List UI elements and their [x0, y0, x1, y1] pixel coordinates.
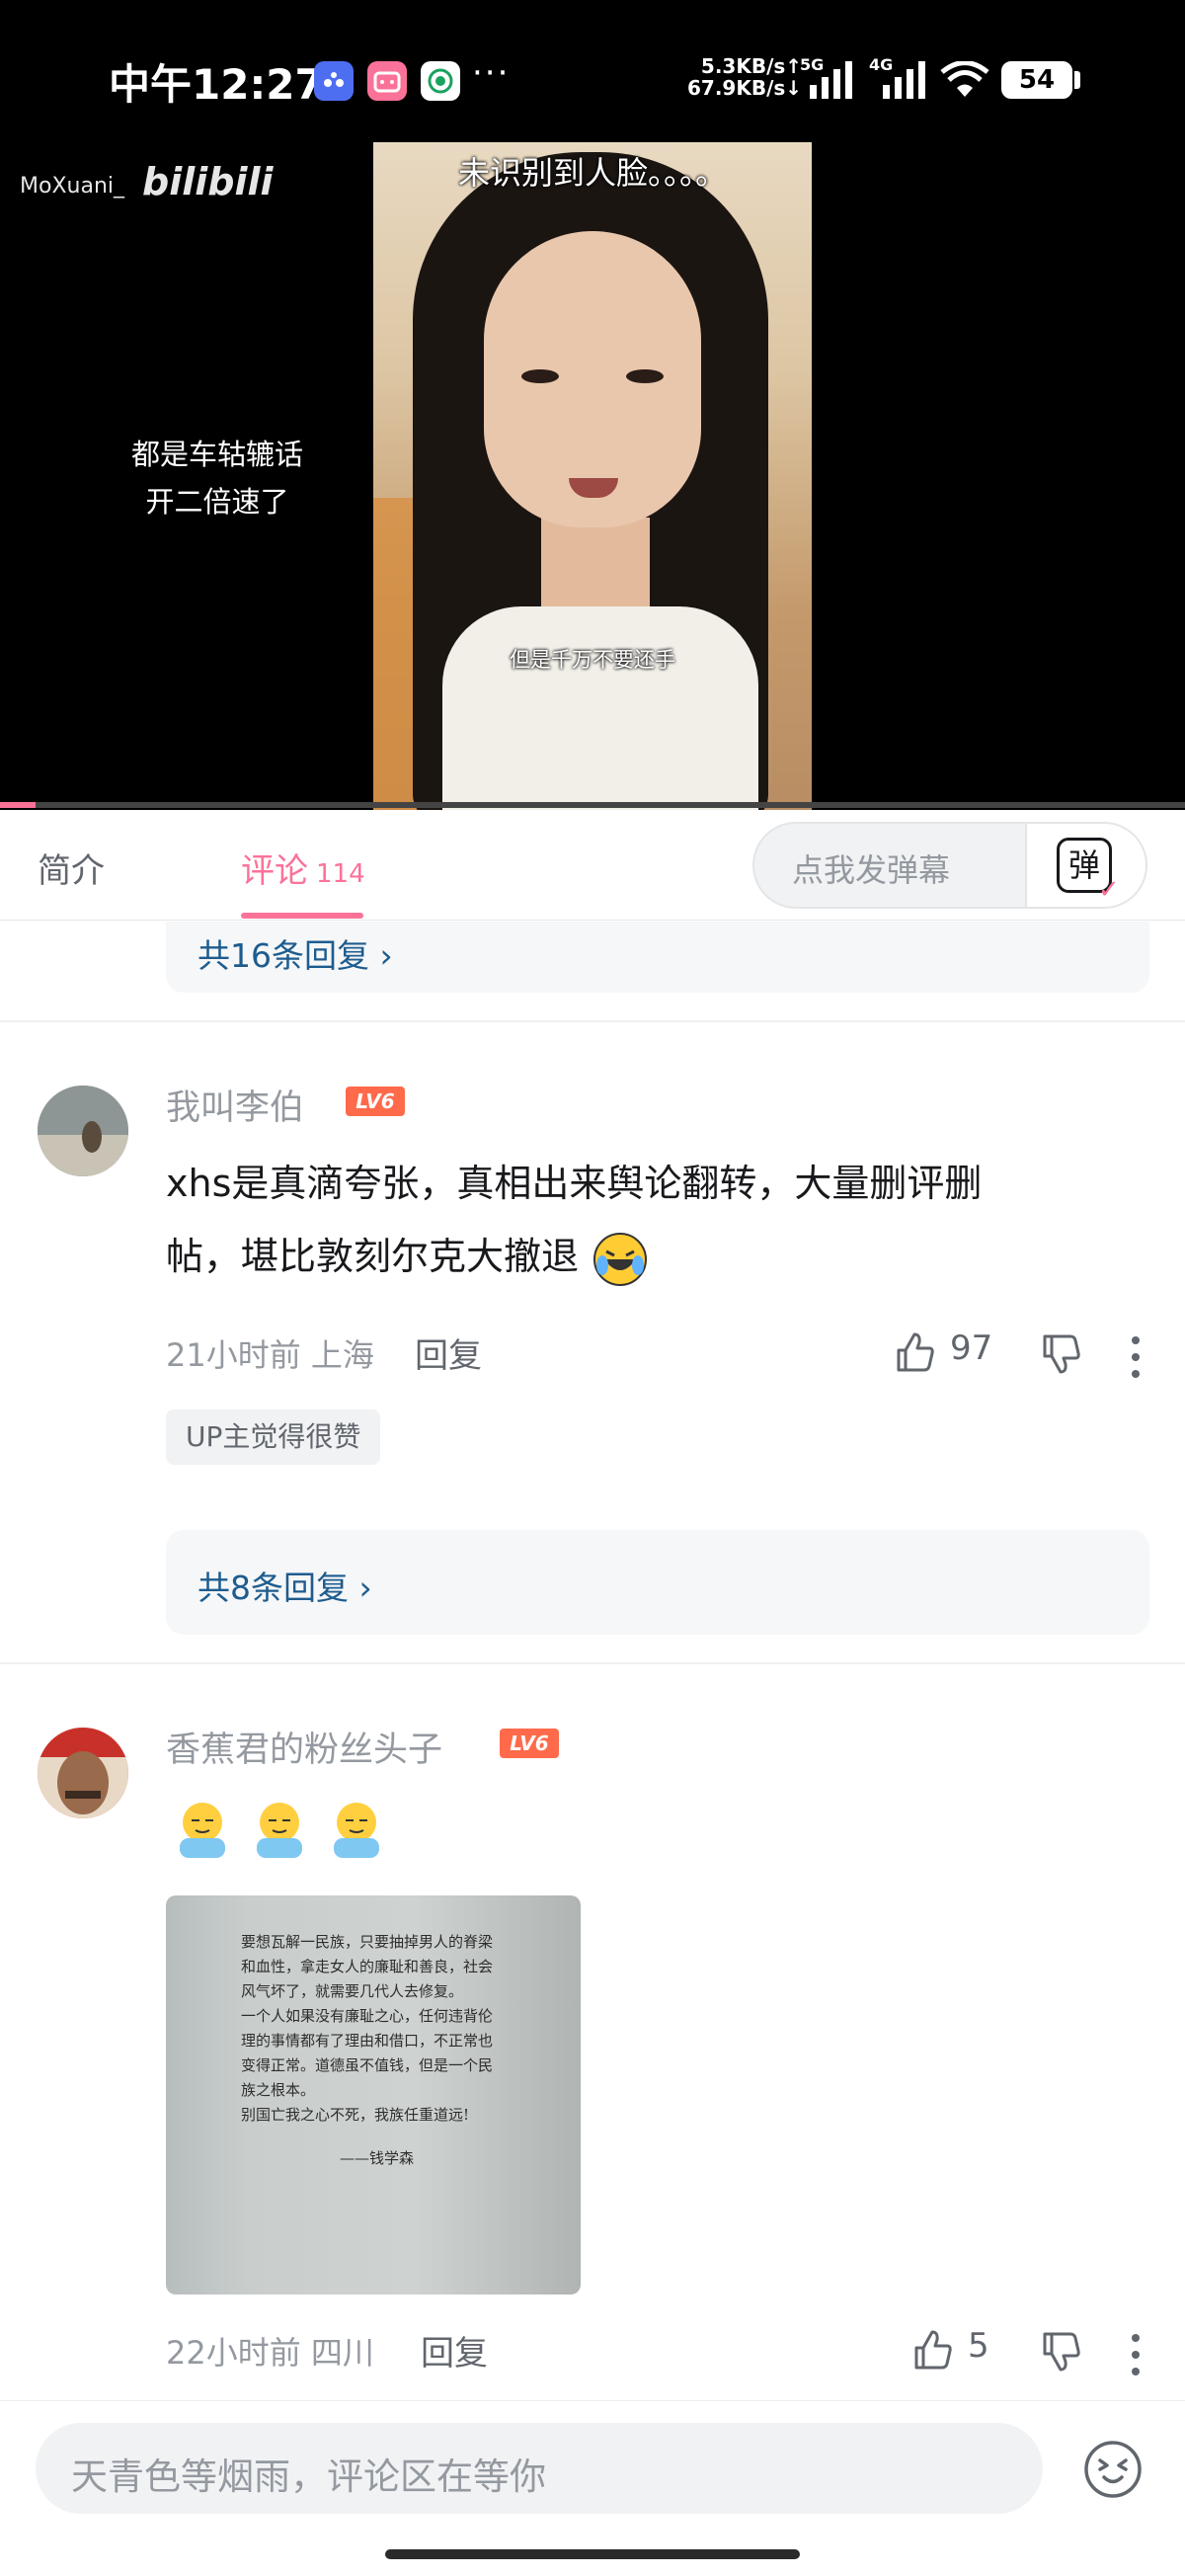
view-replies-link[interactable]: 共16条回复 ›	[198, 929, 393, 977]
danmaku-input[interactable]: 点我发弹幕 弹 ✓	[752, 822, 1147, 909]
avatar[interactable]	[38, 1086, 128, 1176]
video-progress-fill	[0, 802, 36, 808]
comment-username[interactable]: 香蕉君的粉丝头子	[166, 1722, 442, 1772]
level-badge: LV6	[346, 1087, 405, 1116]
danmaku-toggle-button[interactable]: 弹 ✓	[1025, 824, 1146, 907]
tab-intro[interactable]: 简介	[38, 844, 105, 892]
comment-time-location: 22小时前 四川	[166, 2334, 374, 2372]
dislike-icon[interactable]	[1039, 2330, 1082, 2374]
home-indicator[interactable]	[385, 2549, 800, 2559]
more-options-icon[interactable]	[1132, 1336, 1144, 1387]
comment-text: xhs是真滴夸张，真相出来舆论翻转，大量删评删 帖，堪比敦刻尔克大撤退	[166, 1147, 1144, 1293]
tab-comments-count: 114	[316, 859, 365, 889]
dislike-icon[interactable]	[1039, 1332, 1082, 1376]
wifi-icon	[940, 61, 989, 97]
laughing-crying-emoji	[593, 1232, 648, 1286]
video-subtitle: 但是千万不要还手	[510, 648, 675, 672]
like-icon[interactable]	[893, 1330, 936, 1374]
video-side-caption: 都是车轱辘话 开二倍速了	[130, 438, 303, 519]
up-liked-badge: UP主觉得很赞	[166, 1409, 381, 1465]
level-badge: LV6	[500, 1729, 559, 1758]
like-icon[interactable]	[910, 2328, 954, 2372]
like-count: 5	[968, 2326, 989, 2366]
reply-summary-box[interactable]: 共8条回复 ›	[166, 1530, 1149, 1635]
video-player[interactable]: 中午12:27 ··· 5.3KB/s↑ 67.9KB/s↓ 5G 4G 54 …	[0, 0, 1185, 810]
baidu-app-icon	[314, 61, 354, 101]
signal-5g-icon	[810, 61, 852, 99]
comment-input[interactable]: 天青色等烟雨，评论区在等你	[36, 2423, 1043, 2514]
bilibili-app-icon	[367, 61, 407, 101]
comment-input-placeholder: 天青色等烟雨，评论区在等你	[71, 2455, 546, 2498]
bilibili-logo: bilibili	[142, 160, 274, 203]
battery-level: 54	[1018, 65, 1056, 95]
tab-comments[interactable]: 评论 114	[241, 844, 365, 892]
check-icon: ✓	[1098, 875, 1120, 905]
danmaku-placeholder: 点我发弹幕	[792, 851, 951, 889]
signal-4g-icon	[883, 61, 925, 99]
video-frame	[373, 142, 812, 810]
hug-emoji	[180, 1803, 225, 1858]
network-speed: 5.3KB/s↑ 67.9KB/s↓	[687, 54, 803, 100]
video-top-caption: 未识别到人脸。。。。	[457, 154, 727, 192]
hug-emoji	[257, 1803, 302, 1858]
more-options-icon[interactable]	[1132, 2334, 1144, 2384]
avatar[interactable]	[38, 1728, 128, 1818]
divider	[0, 1020, 1185, 1022]
tab-comments-label: 评论	[241, 851, 308, 891]
watermark-username: MoXuani_	[20, 174, 124, 199]
tab-active-underline	[241, 913, 363, 919]
like-count: 97	[950, 1328, 993, 1368]
view-replies-link[interactable]: 共8条回复 ›	[198, 1562, 372, 1609]
divider	[0, 1662, 1185, 1664]
status-overflow-dots: ···	[472, 53, 511, 93]
status-time: 中午12:27	[109, 60, 324, 109]
reply-button[interactable]: 回复	[415, 1328, 482, 1377]
comment-username[interactable]: 我叫李伯	[166, 1080, 304, 1130]
reply-summary-box[interactable]: 共16条回复 ›	[166, 922, 1149, 993]
chevron-right-icon: ›	[358, 1569, 372, 1607]
battery-cap	[1074, 71, 1080, 89]
tab-bar: 简介 评论 114 点我发弹幕 弹 ✓	[0, 810, 1185, 921]
unicom-app-icon	[421, 61, 460, 101]
comment-list[interactable]: 共16条回复 › 我叫李伯 LV6 xhs是真滴夸张，真相出来舆论翻转，大量删评…	[0, 922, 1185, 2400]
comment-input-bar: 天青色等烟雨，评论区在等你	[0, 2400, 1185, 2576]
comment-image[interactable]: 要想瓦解一民族，只要抽掉男人的脊梁 和血性，拿走女人的廉耻和善良，社会 风气坏了…	[166, 1895, 581, 2294]
video-progress-bar[interactable]	[0, 802, 1185, 808]
hug-emoji	[334, 1803, 379, 1858]
battery-icon: 54	[1001, 61, 1072, 99]
emoji-icon[interactable]	[1082, 2439, 1144, 2500]
comment-time-location: 21小时前 上海	[166, 1336, 374, 1374]
reply-button[interactable]: 回复	[421, 2326, 488, 2375]
chevron-right-icon: ›	[379, 936, 393, 975]
